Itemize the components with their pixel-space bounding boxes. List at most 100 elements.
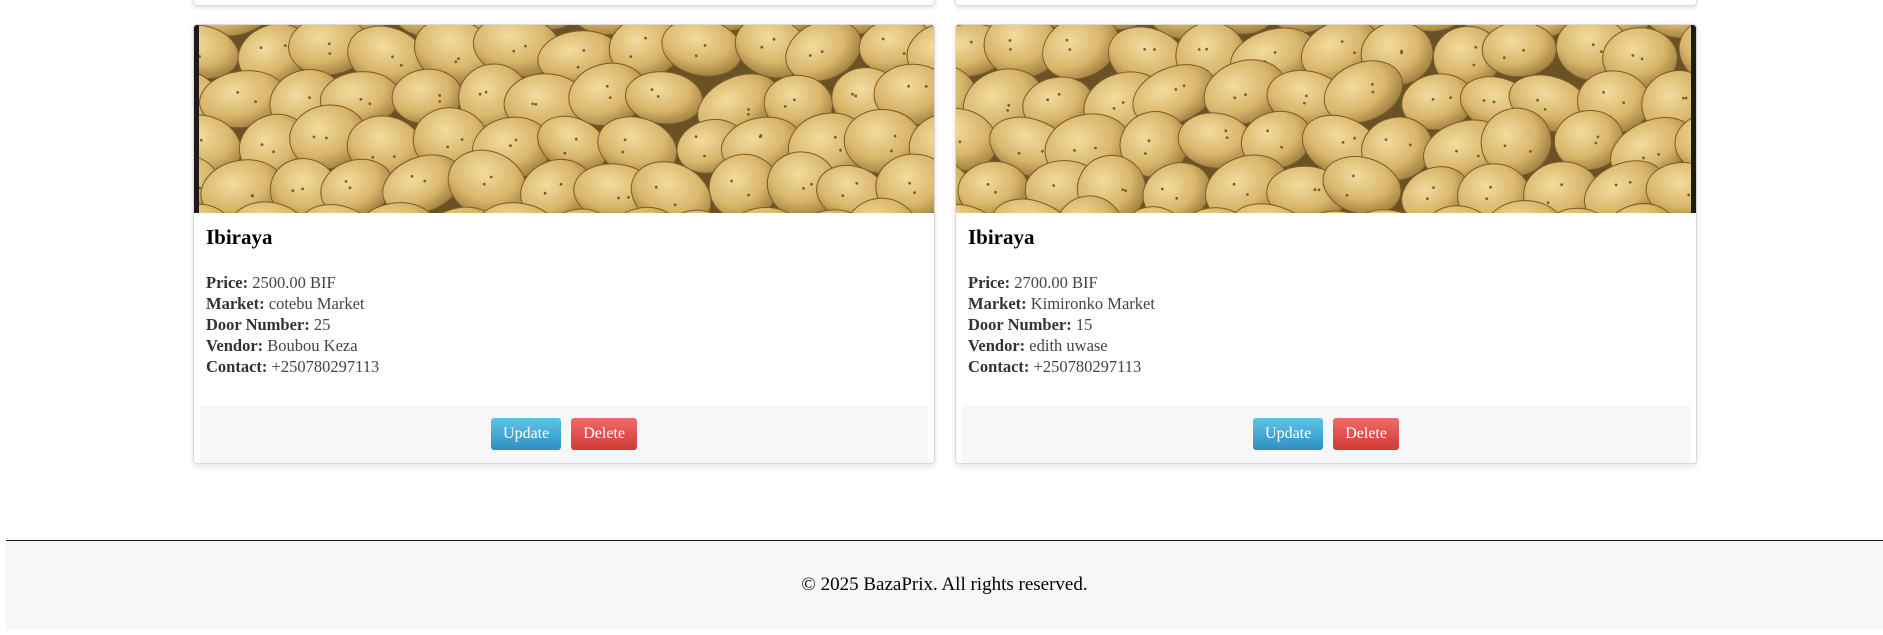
potato-eye bbox=[1489, 185, 1492, 189]
potato-eye bbox=[1602, 90, 1605, 94]
potato-eye bbox=[1094, 146, 1097, 150]
potato-eye bbox=[1143, 48, 1147, 51]
potato-eye bbox=[489, 175, 493, 179]
potato-shape bbox=[1694, 25, 1696, 40]
potato-eye bbox=[747, 193, 750, 197]
potato-eye bbox=[1560, 183, 1564, 187]
potato-eye bbox=[746, 112, 750, 116]
potato-eye bbox=[1246, 193, 1249, 196]
potato-eye bbox=[1305, 94, 1308, 98]
delete-button[interactable]: Delete bbox=[571, 418, 637, 450]
potato-eye bbox=[391, 55, 394, 59]
potato-eye bbox=[1352, 174, 1355, 178]
contact-label: Contact: bbox=[968, 357, 1030, 376]
potato-eye bbox=[312, 135, 316, 139]
potato-eye bbox=[454, 60, 458, 64]
potato-eye bbox=[694, 54, 698, 58]
potato-eye bbox=[1008, 39, 1012, 42]
price-label: Price: bbox=[968, 273, 1011, 292]
potato-eye bbox=[1224, 129, 1228, 133]
potato-eye bbox=[1313, 188, 1317, 192]
potato-eye bbox=[1341, 141, 1345, 144]
update-button[interactable]: Update bbox=[1253, 418, 1324, 450]
potato-eye bbox=[1182, 84, 1186, 88]
potato-eye bbox=[1353, 51, 1356, 55]
potato-eye bbox=[534, 102, 538, 106]
potato-eye bbox=[392, 155, 396, 159]
potato-eye bbox=[855, 181, 859, 185]
potato-eye bbox=[1153, 48, 1156, 51]
price-value: 2500.00 BIF bbox=[252, 273, 336, 292]
potato-eye bbox=[199, 138, 203, 142]
contact-value: +250780297113 bbox=[271, 357, 380, 376]
potato-eye bbox=[1522, 48, 1526, 52]
potato-eye bbox=[703, 44, 707, 47]
door-number-value: 15 bbox=[1075, 315, 1093, 334]
potato-eye bbox=[484, 90, 488, 94]
potato-eye bbox=[1431, 98, 1435, 101]
vendor-value: Boubou Keza bbox=[267, 336, 358, 355]
potato-eye bbox=[1474, 45, 1478, 49]
potato-eye bbox=[1266, 129, 1270, 133]
update-button[interactable]: Update bbox=[491, 418, 562, 450]
potato-eye bbox=[1642, 156, 1645, 160]
product-image bbox=[956, 25, 1696, 213]
potato-eye bbox=[423, 179, 427, 183]
potato-eye bbox=[236, 91, 240, 94]
potato-eye bbox=[656, 95, 660, 98]
potato-eye bbox=[854, 94, 858, 98]
potato-eye bbox=[1006, 109, 1009, 112]
potato-eye bbox=[1631, 54, 1635, 57]
potato-eye bbox=[1233, 96, 1237, 100]
price-line: Price: 2700.00 BIF bbox=[968, 272, 1684, 293]
vendor-line: Vendor: edith uwase bbox=[968, 335, 1684, 356]
contact-label: Contact: bbox=[206, 357, 268, 376]
potato-eye bbox=[1502, 56, 1506, 60]
potato-eye bbox=[907, 84, 910, 88]
potato-eye bbox=[1657, 153, 1661, 156]
potato-eye bbox=[438, 94, 442, 97]
potato-eye bbox=[893, 134, 897, 138]
vendor-value: edith uwase bbox=[1029, 336, 1108, 355]
potato-eye bbox=[1426, 197, 1429, 201]
potato-eye bbox=[301, 187, 304, 191]
potato-eye bbox=[446, 145, 449, 149]
potato-eye bbox=[1124, 189, 1128, 193]
potato-eye bbox=[623, 138, 627, 142]
potato-eye bbox=[1041, 149, 1044, 153]
potato-eye bbox=[371, 155, 375, 159]
vendor-label: Vendor: bbox=[206, 336, 264, 355]
potato-eye bbox=[1476, 154, 1480, 158]
potato-eye bbox=[1371, 82, 1374, 86]
potato-eye bbox=[531, 102, 535, 106]
door-number-label: Door Number: bbox=[206, 315, 310, 334]
potato-eye bbox=[608, 96, 612, 99]
potato-eye bbox=[644, 36, 647, 40]
copyright-text: © 2025 BazaPrix. All rights reserved. bbox=[801, 574, 1088, 595]
potato-eye bbox=[1384, 138, 1388, 141]
potato-eye bbox=[605, 84, 609, 88]
potato-eye bbox=[1482, 99, 1486, 102]
potato-eye bbox=[524, 44, 527, 48]
potato-eye bbox=[994, 190, 997, 194]
potato-eye bbox=[1147, 139, 1151, 143]
potato-eye bbox=[694, 135, 698, 138]
door-number-value: 25 bbox=[313, 315, 331, 334]
potato-eye bbox=[1232, 182, 1236, 186]
potato-eye bbox=[1594, 141, 1598, 145]
potato-eye bbox=[793, 98, 796, 102]
contact-line: Contact: +250780297113 bbox=[206, 356, 922, 377]
potato-eye bbox=[1112, 107, 1116, 110]
potato-eye bbox=[1197, 48, 1201, 51]
potato-eye bbox=[1317, 188, 1321, 192]
card-body: Ibiraya Price: 2500.00 BIF Market: coteb… bbox=[194, 213, 934, 393]
potato-eye bbox=[576, 65, 580, 69]
delete-button[interactable]: Delete bbox=[1333, 418, 1399, 450]
potato-eye bbox=[1432, 186, 1435, 190]
potato-eye bbox=[1492, 100, 1496, 104]
potato-eye bbox=[1065, 38, 1069, 42]
potato-eye bbox=[1690, 186, 1691, 189]
potato-eye bbox=[1046, 98, 1050, 102]
potato-eye bbox=[308, 96, 311, 99]
potato-eye bbox=[1640, 57, 1644, 61]
